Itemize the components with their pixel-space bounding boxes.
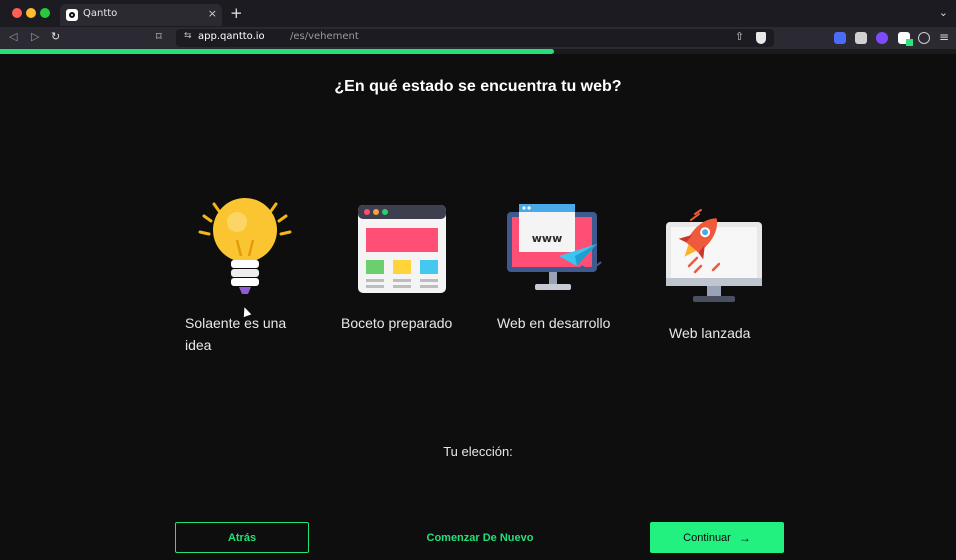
- wallet-extension-icon[interactable]: [898, 32, 913, 46]
- browser-toolbar: ◁ ▷ ↻ ⌑ ⇆ app.qantto.io /es/vehement ⇧ ≡: [0, 27, 956, 49]
- back-button[interactable]: Atrás: [175, 522, 309, 553]
- new-tab-button[interactable]: +: [230, 4, 243, 22]
- option-label: Web lanzada: [669, 325, 751, 341]
- forward-arrow-icon[interactable]: ▷: [31, 30, 39, 43]
- restart-button-label: Comenzar De Nuevo: [426, 531, 534, 544]
- rocket-monitor-icon: [666, 209, 762, 302]
- restart-button[interactable]: Comenzar De Nuevo: [400, 522, 560, 553]
- close-window-button[interactable]: [12, 8, 22, 18]
- brave-shield-icon[interactable]: [756, 32, 766, 44]
- www-monitor-icon: www: [507, 204, 602, 290]
- continue-button-label: Continuar: [683, 531, 731, 544]
- maximize-window-button[interactable]: [40, 8, 50, 18]
- back-arrow-icon[interactable]: ◁: [9, 30, 17, 43]
- minimize-window-button[interactable]: [26, 8, 36, 18]
- tab-title: Qantto: [83, 8, 118, 19]
- tab-close-icon[interactable]: ×: [208, 7, 217, 20]
- back-button-label: Atrás: [227, 531, 257, 544]
- progress-bar: [0, 49, 956, 54]
- page-title: ¿En qué estado se encuentra tu web?: [334, 78, 622, 95]
- menu-icon[interactable]: ≡: [939, 30, 949, 44]
- browser-titlebar: Qantto × + ⌄: [0, 0, 956, 27]
- choice-label: Tu elección:: [443, 444, 513, 459]
- wireframe-window-icon: [358, 205, 446, 293]
- url-path: /es/vehement: [290, 31, 359, 42]
- extension-icon[interactable]: [834, 32, 846, 44]
- url-host: app.qantto.io: [198, 31, 265, 42]
- tabs-menu-icon[interactable]: ⌄: [939, 6, 948, 19]
- purple-extension-icon[interactable]: [876, 32, 888, 44]
- reload-icon[interactable]: ↻: [51, 30, 60, 43]
- lightbulb-icon: [198, 198, 292, 294]
- option-label: Solaente es una idea: [185, 315, 287, 353]
- address-bar[interactable]: ⇆ app.qantto.io /es/vehement ⇧: [176, 29, 774, 47]
- continue-button[interactable]: Continuar →: [650, 522, 784, 553]
- browser-tab[interactable]: Qantto ×: [60, 4, 222, 26]
- progress-fill: [0, 49, 555, 54]
- qantto-favicon-icon: [66, 9, 78, 21]
- bookmark-icon[interactable]: ⌑: [156, 30, 162, 43]
- camera-extension-icon[interactable]: [855, 32, 867, 44]
- chat-extension-icon[interactable]: [918, 32, 930, 44]
- site-info-icon[interactable]: ⇆: [184, 31, 192, 41]
- arrow-right-icon: →: [738, 530, 751, 545]
- option-label: Web en desarrollo: [497, 315, 611, 331]
- option-label: Boceto preparado: [341, 315, 453, 331]
- share-icon[interactable]: ⇧: [735, 30, 744, 43]
- svg-text:www: www: [532, 232, 563, 245]
